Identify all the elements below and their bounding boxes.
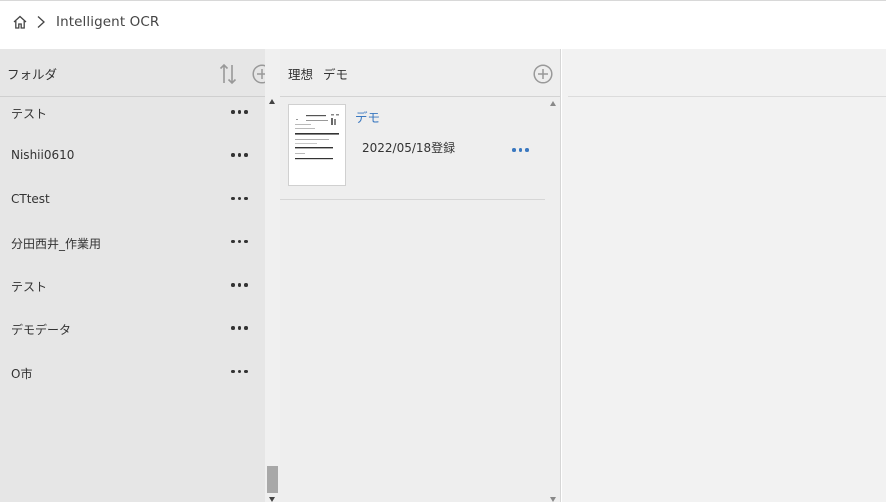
folder-header-label: フォルダ [7, 67, 58, 82]
folder-item[interactable]: Nishii0610 [0, 140, 265, 183]
folder-item[interactable]: テスト [0, 270, 265, 313]
home-icon[interactable] [12, 14, 28, 30]
scrollbar-thumb[interactable] [267, 466, 278, 493]
folder-scrollbar[interactable] [265, 49, 280, 502]
breadcrumb-title[interactable]: Intelligent OCR [56, 14, 159, 30]
breadcrumb: Intelligent OCR [12, 14, 159, 30]
scroll-down-arrow-icon[interactable] [269, 497, 275, 502]
folder-list: テスト Nishii0610 CTtest 分田西井_作業用 テスト デモデータ… [0, 97, 265, 400]
more-options-icon[interactable] [231, 110, 248, 114]
folder-item[interactable]: テスト [0, 97, 265, 140]
folder-path: 理想 デモ [288, 64, 348, 83]
folder-item-label: テスト [11, 107, 48, 121]
document-card[interactable]: デモ 2022/05/18登録 [280, 97, 545, 200]
folder-item-label: テスト [11, 280, 48, 295]
folder-pane: フォルダ テスト Nishii0610 CTtest 分田西井_作業用 テスト [0, 49, 280, 502]
folder-item[interactable]: デモデータ [0, 313, 265, 356]
path-segment[interactable]: デモ [323, 64, 348, 83]
more-options-icon[interactable] [231, 369, 248, 374]
document-pane: 理想 デモ デモ 2022/05/18登録 [280, 49, 561, 502]
folder-item-label: O市 [11, 366, 33, 381]
preview-pane-header [568, 49, 886, 97]
more-options-icon[interactable] [231, 283, 248, 287]
folder-item-label: Nishii0610 [11, 148, 75, 163]
folder-item[interactable]: O市 [0, 357, 265, 400]
add-document-icon[interactable] [533, 64, 553, 84]
folder-pane-header: フォルダ [0, 49, 272, 97]
document-preview-image [295, 114, 339, 160]
more-options-icon[interactable] [231, 326, 248, 330]
more-options-icon[interactable] [512, 148, 529, 152]
folder-item[interactable]: 分田西井_作業用 [0, 227, 265, 270]
scroll-down-arrow-icon[interactable] [550, 497, 556, 502]
scroll-up-arrow-icon[interactable] [550, 101, 556, 106]
folder-item-label: CTtest [11, 191, 50, 206]
folder-item-label: デモデータ [11, 323, 72, 338]
document-thumbnail[interactable] [288, 104, 346, 186]
document-name[interactable]: デモ [355, 107, 380, 126]
preview-pane [562, 49, 886, 502]
folder-item-label: 分田西井_作業用 [11, 236, 102, 251]
folder-item[interactable]: CTtest [0, 184, 265, 227]
path-segment[interactable]: 理想 [288, 64, 313, 83]
document-pane-header: 理想 デモ [280, 49, 560, 97]
more-options-icon[interactable] [231, 239, 248, 244]
chevron-right-icon [37, 16, 45, 28]
more-options-icon[interactable] [231, 196, 248, 201]
document-date: 2022/05/18登録 [362, 141, 456, 155]
top-bar: Intelligent OCR [0, 0, 886, 49]
scroll-up-arrow-icon[interactable] [269, 99, 275, 104]
sort-icon[interactable] [219, 63, 237, 85]
more-options-icon[interactable] [231, 153, 248, 157]
